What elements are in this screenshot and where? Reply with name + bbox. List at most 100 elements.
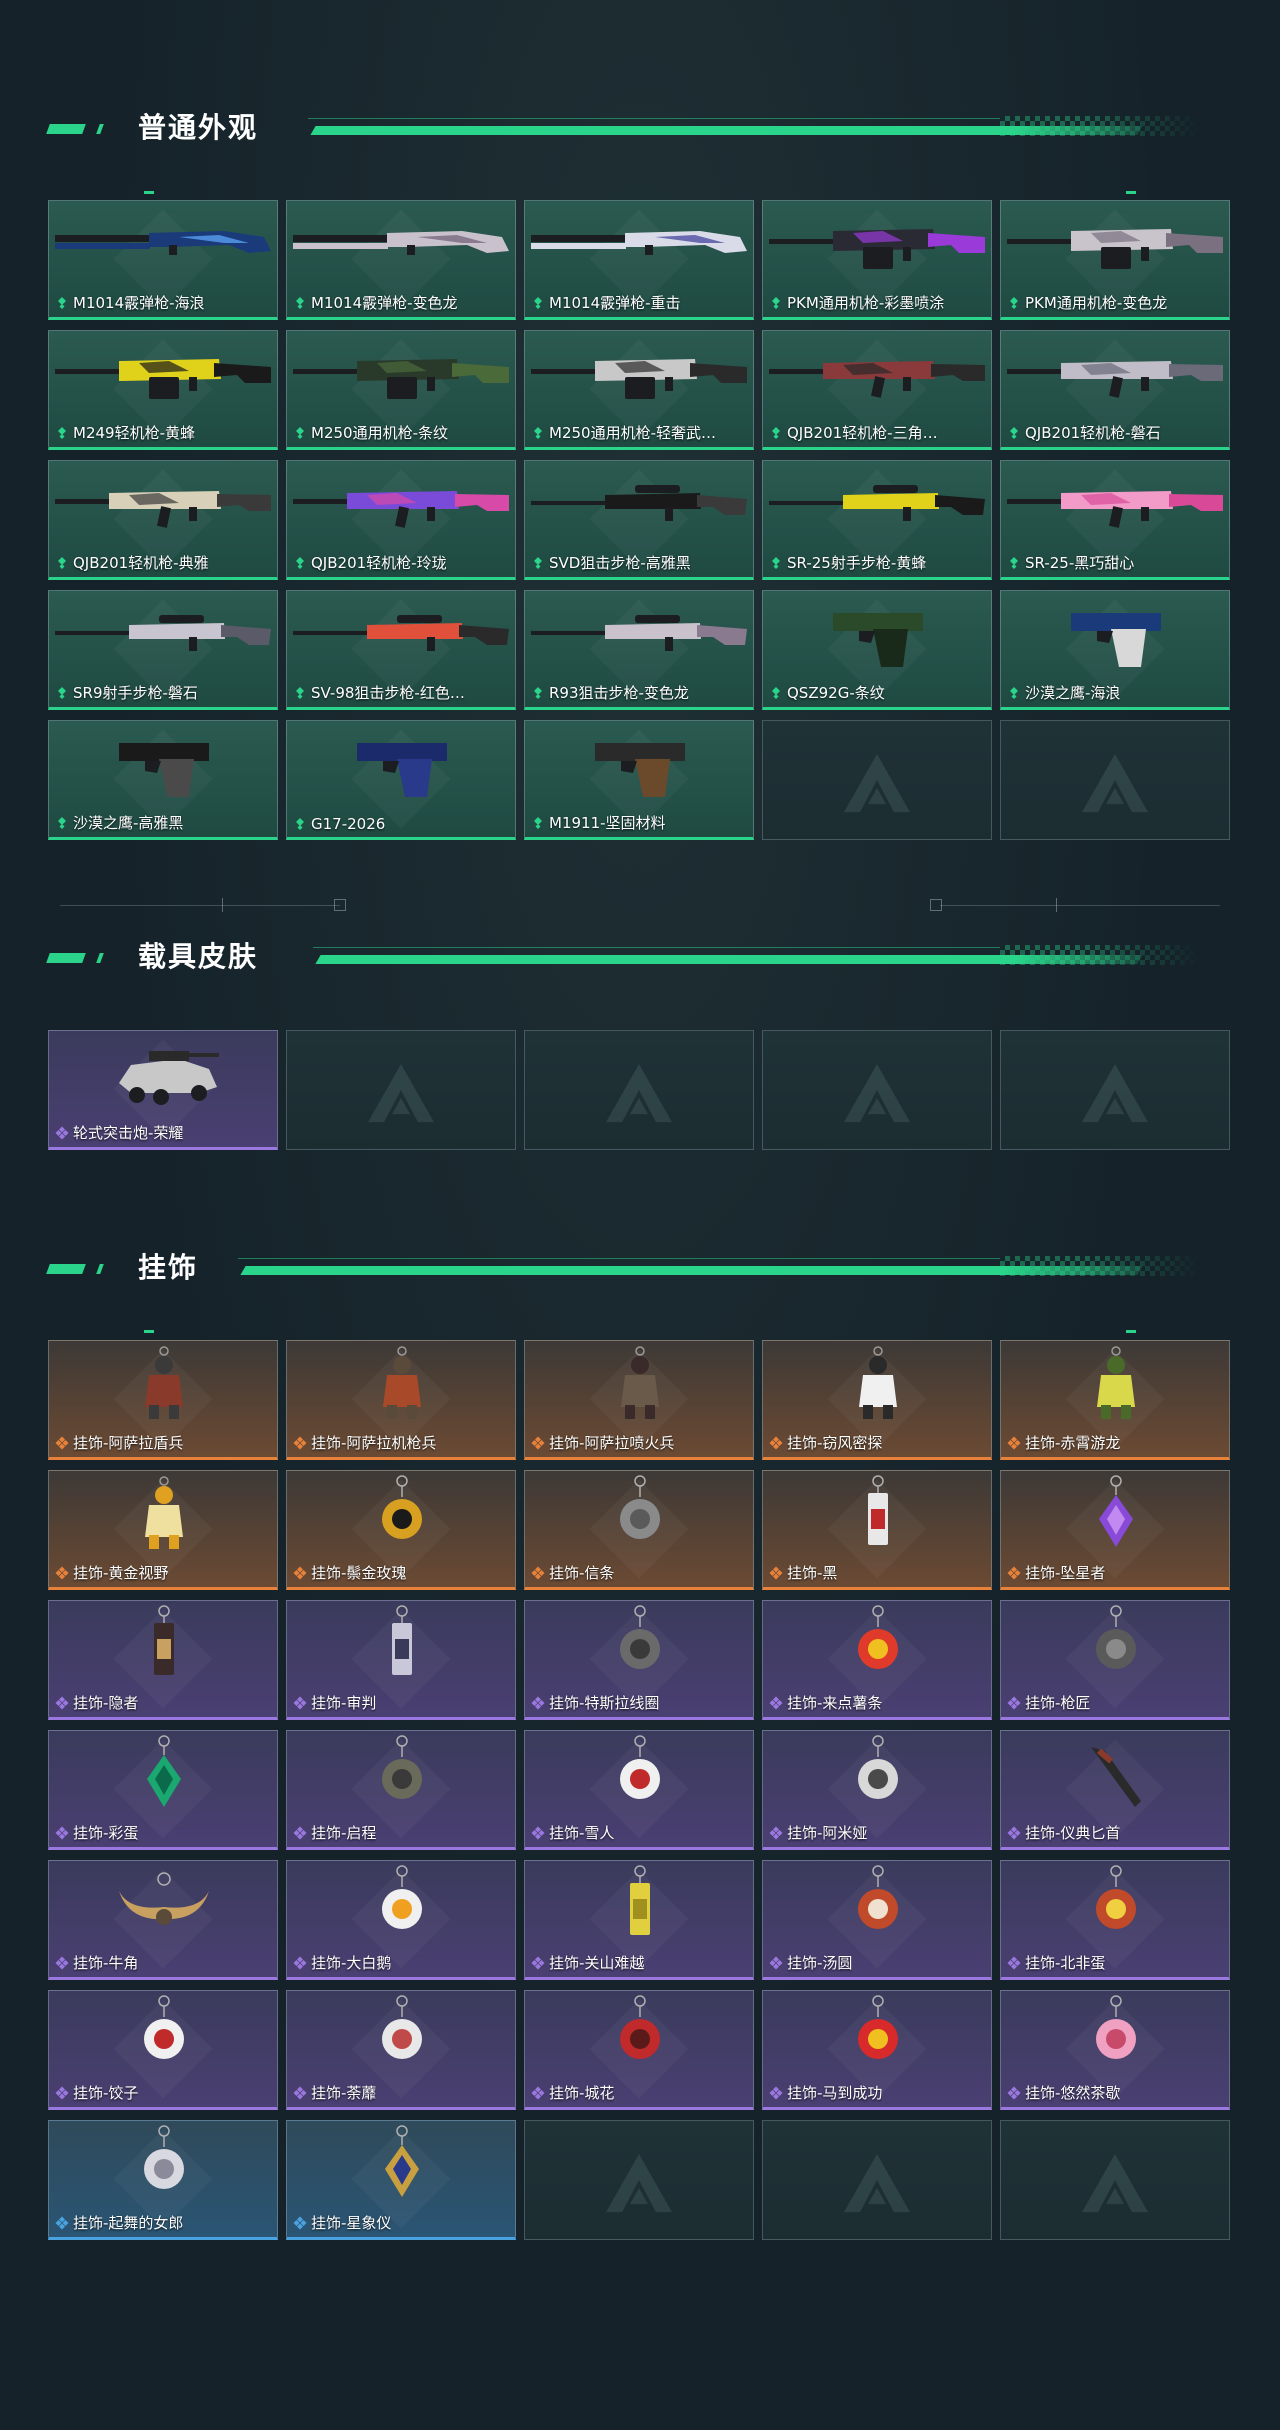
item-card[interactable]: R93狙击步枪-变色龙	[524, 590, 754, 710]
item-card[interactable]: QJB201轻机枪-三角…	[762, 330, 992, 450]
item-card[interactable]: 挂饰-马到成功	[762, 1990, 992, 2110]
item-card[interactable]: 挂饰-阿米娅	[762, 1730, 992, 1850]
item-charm-icon	[620, 1735, 660, 1799]
item-card[interactable]: 挂饰-彩蛋	[48, 1730, 278, 1850]
item-card[interactable]: 挂饰-关山难越	[524, 1860, 754, 1980]
item-name: SVD狙击步枪-高雅黑	[549, 554, 691, 572]
header-accent-tick	[96, 124, 104, 134]
empty-slot	[1000, 2120, 1230, 2240]
item-card[interactable]: 挂饰-星象仪	[286, 2120, 516, 2240]
item-shotgun-icon	[531, 231, 747, 255]
item-card[interactable]: 挂饰-雪人	[524, 1730, 754, 1850]
item-card[interactable]: PKM通用机枪-彩墨喷涂	[762, 200, 992, 320]
item-name: 挂饰-隐者	[73, 1694, 139, 1712]
rarity-diamond-icon	[531, 1566, 545, 1579]
item-card[interactable]: QSZ92G-条纹	[762, 590, 992, 710]
section-title: 载具皮肤	[138, 940, 259, 973]
item-label: 挂饰-城花	[531, 2082, 749, 2103]
item-card[interactable]: M1911-坚固材料	[524, 720, 754, 840]
item-label: QSZ92G-条纹	[769, 682, 987, 703]
item-card[interactable]: 挂饰-鬃金玫瑰	[286, 1470, 516, 1590]
item-card[interactable]: 挂饰-窃风密探	[762, 1340, 992, 1460]
item-card[interactable]: 挂饰-大白鹅	[286, 1860, 516, 1980]
item-name: 挂饰-来点薯条	[787, 1694, 883, 1712]
item-card[interactable]: 挂饰-赤霄游龙	[1000, 1340, 1230, 1460]
item-name: 挂饰-起舞的女郎	[73, 2214, 184, 2232]
item-card[interactable]: 挂饰-来点薯条	[762, 1600, 992, 1720]
item-card[interactable]: 挂饰-隐者	[48, 1600, 278, 1720]
item-gem-icon	[385, 2125, 419, 2197]
item-card[interactable]: 挂饰-悠然茶歇	[1000, 1990, 1230, 2110]
item-card[interactable]: 挂饰-信条	[524, 1470, 754, 1590]
item-dagger-icon	[1091, 1747, 1141, 1807]
item-card[interactable]: 沙漠之鹰-海浪	[1000, 590, 1230, 710]
item-tag-icon	[630, 1865, 650, 1935]
item-label: 挂饰-赤霄游龙	[1007, 1432, 1225, 1453]
item-pistol-icon	[119, 743, 209, 797]
item-card[interactable]: 挂饰-仪典匕首	[1000, 1730, 1230, 1850]
item-name: 挂饰-荼蘼	[311, 2084, 377, 2102]
rarity-diamond-icon	[296, 296, 304, 309]
item-label: 挂饰-信条	[531, 1562, 749, 1583]
rarity-diamond-icon	[55, 2086, 69, 2099]
item-card[interactable]: 挂饰-阿萨拉盾兵	[48, 1340, 278, 1460]
item-label: QJB201轻机枪-玲珑	[293, 552, 511, 573]
item-name: 挂饰-信条	[549, 1564, 615, 1582]
rarity-diamond-icon	[55, 1956, 69, 1969]
item-card[interactable]: 挂饰-城花	[524, 1990, 754, 2110]
item-card[interactable]: 挂饰-黄金视野	[48, 1470, 278, 1590]
rarity-diamond-icon	[55, 2216, 69, 2229]
item-card[interactable]: 挂饰-启程	[286, 1730, 516, 1850]
item-card[interactable]: 沙漠之鹰-高雅黑	[48, 720, 278, 840]
item-card[interactable]: M1014霰弹枪-海浪	[48, 200, 278, 320]
item-card[interactable]: PKM通用机枪-变色龙	[1000, 200, 1230, 320]
item-card[interactable]: SR-25-黑巧甜心	[1000, 460, 1230, 580]
item-charm-icon	[620, 1475, 660, 1539]
item-card[interactable]: G17-2026	[286, 720, 516, 840]
item-name: PKM通用机枪-彩墨喷涂	[787, 294, 945, 312]
item-card[interactable]: SV-98狙击步枪-红色…	[286, 590, 516, 710]
item-figure-icon	[383, 1346, 421, 1419]
item-card[interactable]: M250通用机枪-条纹	[286, 330, 516, 450]
item-card[interactable]: 挂饰-特斯拉线圈	[524, 1600, 754, 1720]
item-card[interactable]: SR-25射手步枪-黄蜂	[762, 460, 992, 580]
item-name: 挂饰-赤霄游龙	[1025, 1434, 1121, 1452]
item-card[interactable]: 挂饰-阿萨拉喷火兵	[524, 1340, 754, 1460]
item-card[interactable]: 挂饰-荼蘼	[286, 1990, 516, 2110]
item-card[interactable]: 挂饰-牛角	[48, 1860, 278, 1980]
item-card[interactable]: SR9射手步枪-磐石	[48, 590, 278, 710]
item-card[interactable]: SVD狙击步枪-高雅黑	[524, 460, 754, 580]
item-name: QSZ92G-条纹	[787, 684, 885, 702]
item-card[interactable]: 挂饰-枪匠	[1000, 1600, 1230, 1720]
section-title: 挂饰	[138, 1251, 199, 1284]
item-pistol-icon	[1071, 613, 1161, 667]
rarity-diamond-icon	[1007, 1436, 1021, 1449]
rarity-diamond-icon	[293, 1826, 307, 1839]
rarity-diamond-icon	[534, 426, 542, 439]
item-card[interactable]: 挂饰-黑	[762, 1470, 992, 1590]
item-card[interactable]: QJB201轻机枪-典雅	[48, 460, 278, 580]
item-card[interactable]: 挂饰-坠星者	[1000, 1470, 1230, 1590]
item-card[interactable]: 挂饰-汤圆	[762, 1860, 992, 1980]
rarity-diamond-icon	[769, 1956, 783, 1969]
item-label: M1911-坚固材料	[531, 812, 749, 833]
rarity-diamond-icon	[293, 1436, 307, 1449]
item-card[interactable]: M1014霰弹枪-重击	[524, 200, 754, 320]
item-label: 挂饰-饺子	[55, 2082, 273, 2103]
item-name: 挂饰-黄金视野	[73, 1564, 169, 1582]
item-card[interactable]: 挂饰-阿萨拉机枪兵	[286, 1340, 516, 1460]
item-card[interactable]: QJB201轻机枪-磐石	[1000, 330, 1230, 450]
item-card[interactable]: 挂饰-北非蛋	[1000, 1860, 1230, 1980]
item-card[interactable]: 挂饰-审判	[286, 1600, 516, 1720]
item-charm-icon	[144, 2125, 184, 2189]
item-card[interactable]: M249轻机枪-黄蜂	[48, 330, 278, 450]
rarity-diamond-icon	[296, 818, 304, 830]
item-card[interactable]: M1014霰弹枪-变色龙	[286, 200, 516, 320]
item-card[interactable]: 挂饰-起舞的女郎	[48, 2120, 278, 2240]
item-card[interactable]: 挂饰-饺子	[48, 1990, 278, 2110]
item-card[interactable]: 轮式突击炮-荣耀	[48, 1030, 278, 1150]
item-card[interactable]: QJB201轻机枪-玲珑	[286, 460, 516, 580]
item-shotgun-icon	[55, 231, 271, 255]
item-card[interactable]: M250通用机枪-轻奢武…	[524, 330, 754, 450]
placeholder-logo-icon	[368, 1064, 434, 1123]
